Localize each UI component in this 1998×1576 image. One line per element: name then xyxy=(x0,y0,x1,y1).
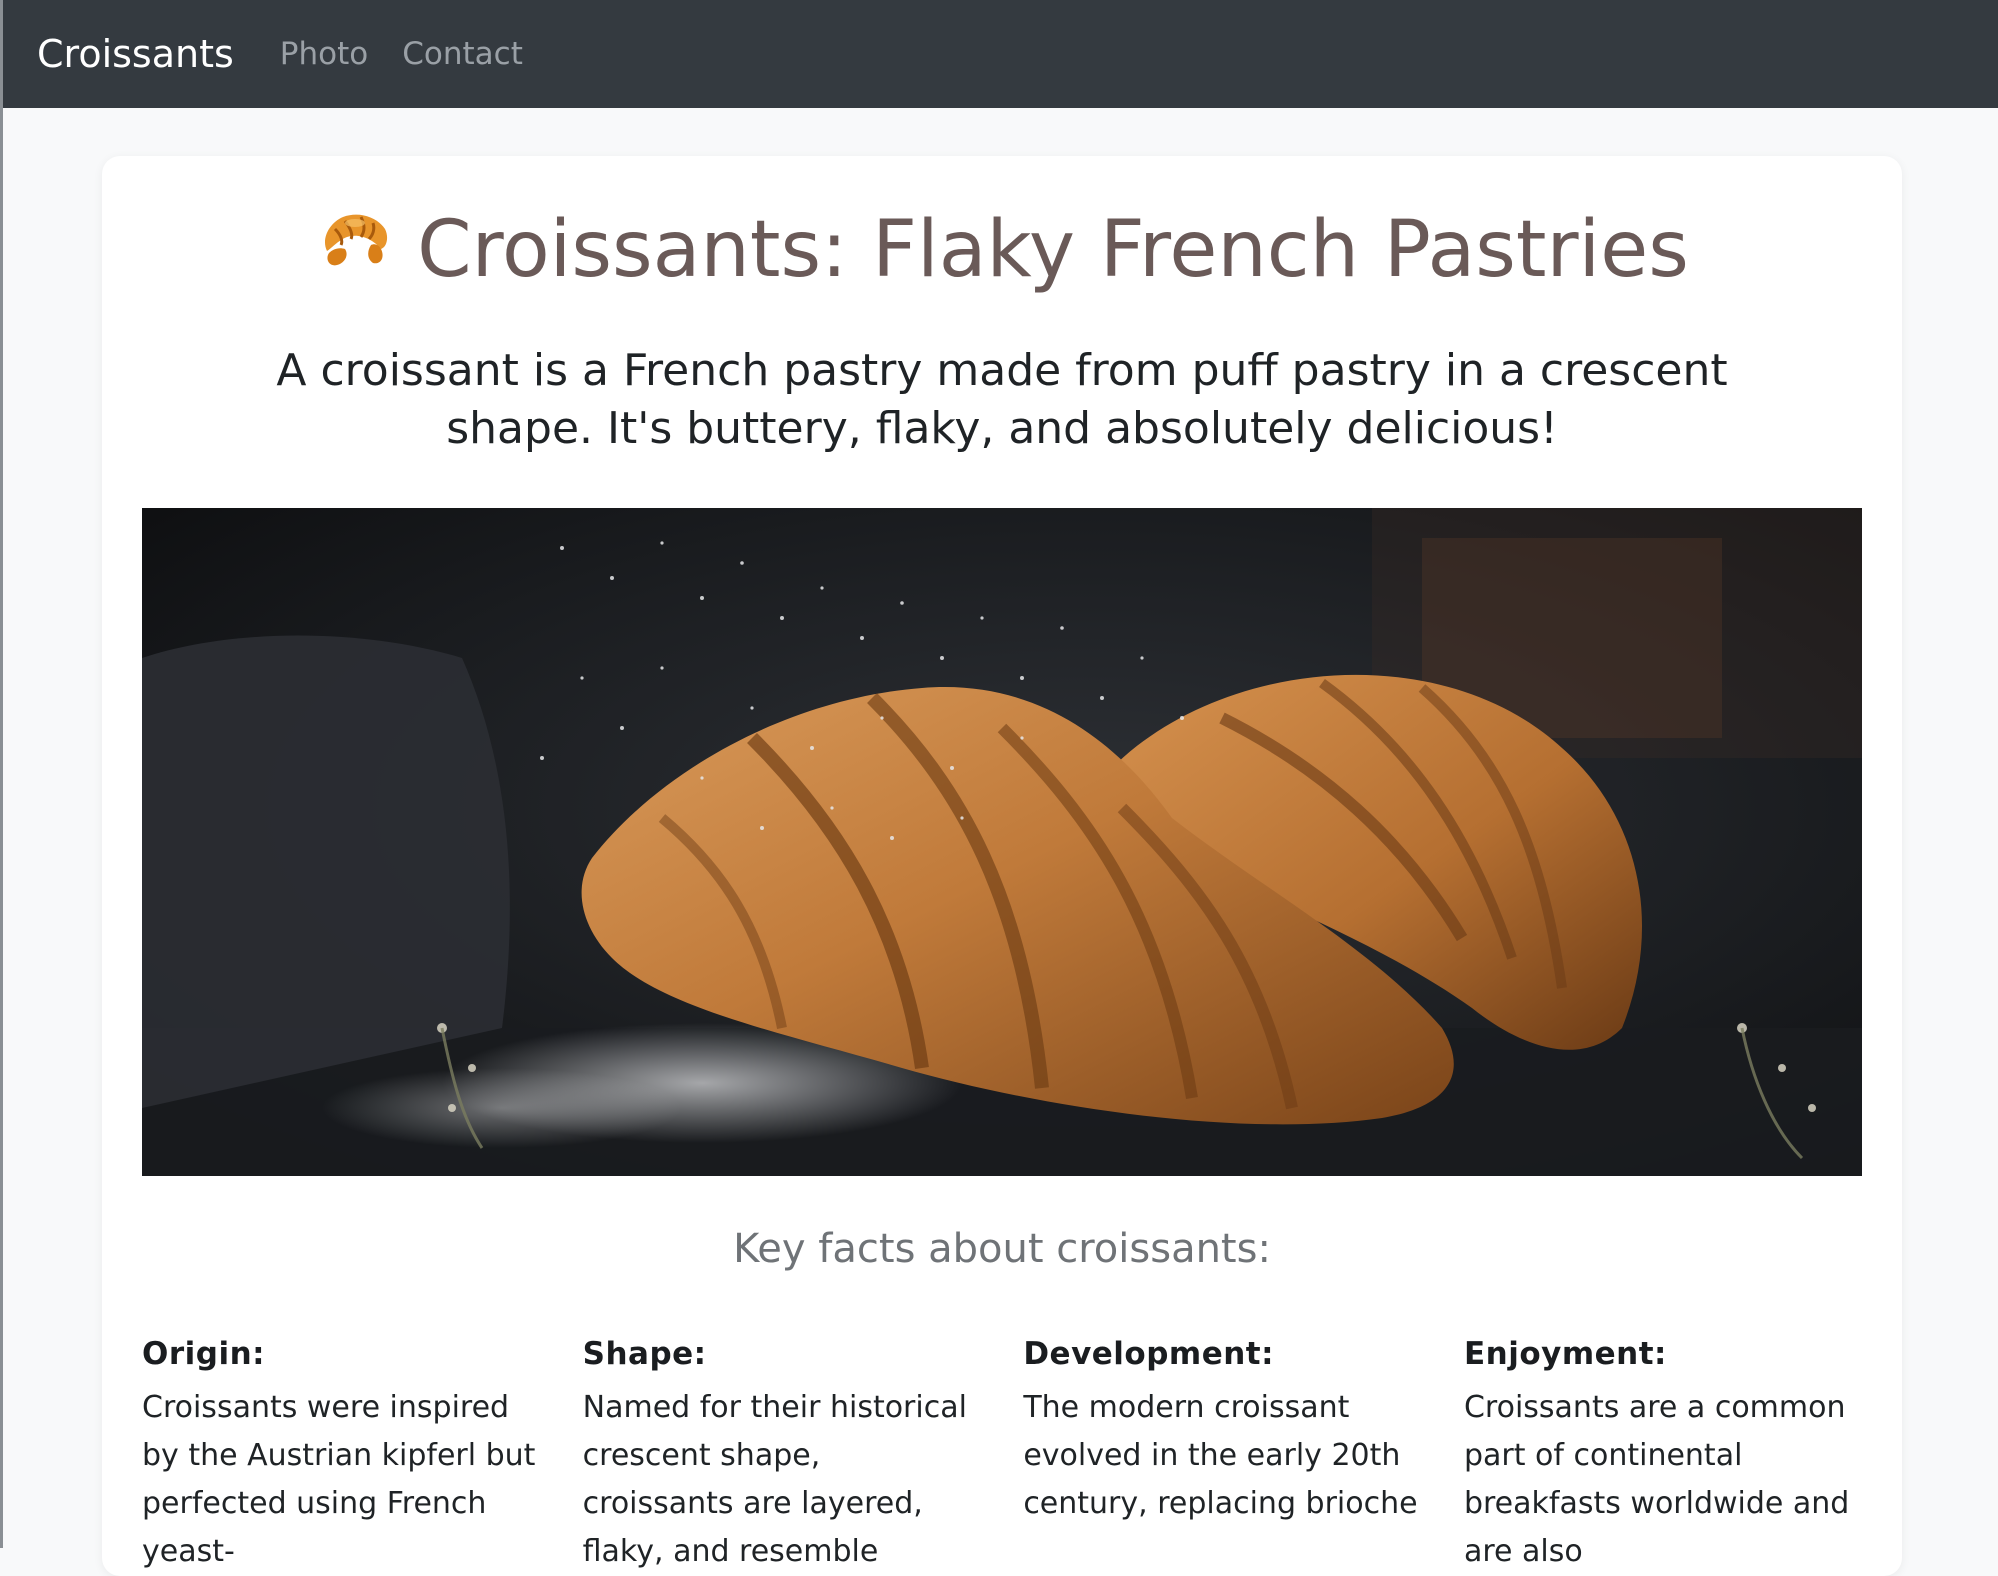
fact-body: The modern croissant evolved in the earl… xyxy=(1023,1390,1418,1521)
fact-development: Development: The modern croissant evolve… xyxy=(1023,1336,1421,1576)
fact-title: Enjoyment: xyxy=(1463,1336,1667,1372)
facts-grid: Origin: Croissants were inspired by the … xyxy=(142,1336,1862,1576)
page-title: Croissants: Flaky French Pastries xyxy=(102,204,1902,300)
fact-title: Shape: xyxy=(582,1336,707,1372)
fact-origin: Origin: Croissants were inspired by the … xyxy=(142,1336,540,1576)
nav-link-photo[interactable]: Photo xyxy=(280,36,368,72)
nav-link-contact[interactable]: Contact xyxy=(402,36,523,72)
page-title-text: Croissants: Flaky French Pastries xyxy=(417,205,1689,295)
facts-heading: Key facts about croissants: xyxy=(733,1226,1271,1272)
fact-enjoyment: Enjoyment: Croissants are a common part … xyxy=(1464,1336,1862,1576)
croissants-photo xyxy=(142,508,1862,1176)
content-card: Croissants: Flaky French Pastries A croi… xyxy=(102,156,1902,1576)
fact-title: Development: xyxy=(1023,1336,1275,1372)
navbar: Croissants Photo Contact xyxy=(0,0,1998,108)
page-left-edge xyxy=(0,108,3,1548)
croissant-icon xyxy=(315,199,395,301)
fact-body: Croissants are a common part of continen… xyxy=(1463,1390,1850,1569)
fact-body: Croissants were inspired by the Austrian… xyxy=(142,1390,536,1569)
navbar-brand-link[interactable]: Croissants xyxy=(37,32,234,76)
fact-body: Named for their historical crescent shap… xyxy=(582,1390,967,1569)
lead-text: A croissant is a French pastry made from… xyxy=(276,345,1728,454)
fact-shape: Shape: Named for their historical cresce… xyxy=(583,1336,981,1576)
fact-title: Origin: xyxy=(142,1336,266,1372)
